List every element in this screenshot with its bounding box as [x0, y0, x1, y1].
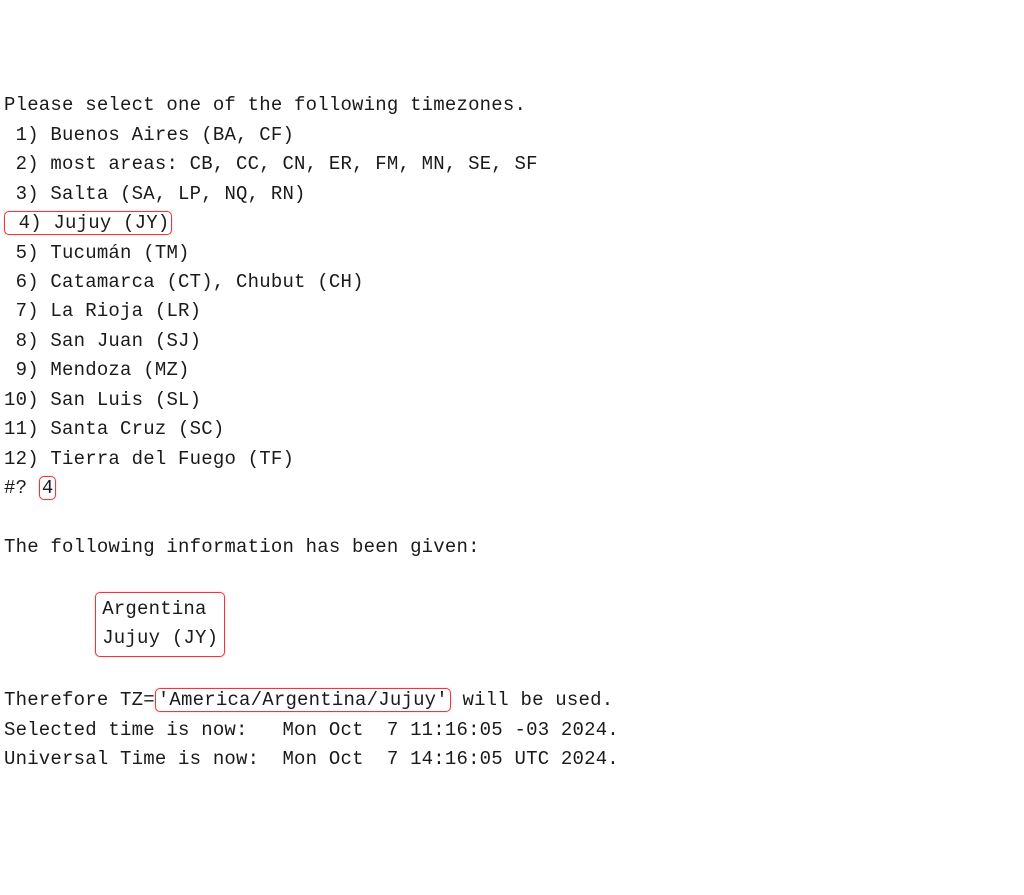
tz-option-label: San Juan (SJ) [50, 330, 201, 352]
tz-option[interactable]: 6) Catamarca (CT), Chubut (CH) [4, 268, 1020, 297]
info-header: The following information has been given… [4, 533, 1020, 562]
tz-option-label: Mendoza (MZ) [50, 359, 189, 381]
tz-option[interactable]: 9) Mendoza (MZ) [4, 356, 1020, 385]
tz-suffix: will be used. [451, 689, 613, 711]
tz-option-label: Tierra del Fuego (TF) [50, 448, 294, 470]
tz-option-label: La Rioja (LR) [50, 300, 201, 322]
tz-option-label: Salta (SA, LP, NQ, RN) [50, 183, 305, 205]
tz-option[interactable]: 4) Jujuy (JY) [4, 209, 1020, 238]
tz-option[interactable]: 3) Salta (SA, LP, NQ, RN) [4, 180, 1020, 209]
utc-time-label: Universal Time is now: [4, 748, 282, 770]
tz-option-label: Buenos Aires (BA, CF) [50, 124, 294, 146]
selected-location-box: ArgentinaJujuy (JY) [95, 592, 225, 657]
tz-option[interactable]: 5) Tucumán (TM) [4, 239, 1020, 268]
tz-option-label: San Luis (SL) [50, 389, 201, 411]
info-region: Jujuy (JY) [102, 624, 218, 653]
input-line[interactable]: #? 4 [4, 474, 1020, 503]
tz-result-line: Therefore TZ='America/Argentina/Jujuy' w… [4, 686, 1020, 715]
tz-option-label: Santa Cruz (SC) [50, 418, 224, 440]
selected-time-value: Mon Oct 7 11:16:05 -03 2024. [282, 719, 618, 741]
tz-option[interactable]: 12) Tierra del Fuego (TF) [4, 445, 1020, 474]
tz-option[interactable]: 10) San Luis (SL) [4, 386, 1020, 415]
selected-time-line: Selected time is now: Mon Oct 7 11:16:05… [4, 716, 1020, 745]
tz-option-label: most areas: CB, CC, CN, ER, FM, MN, SE, … [50, 153, 537, 175]
tz-option-label: Tucumán (TM) [50, 242, 189, 264]
tz-prefix: Therefore TZ= [4, 689, 155, 711]
tz-option[interactable]: 7) La Rioja (LR) [4, 297, 1020, 326]
utc-time-line: Universal Time is now: Mon Oct 7 14:16:0… [4, 745, 1020, 774]
utc-time-value: Mon Oct 7 14:16:05 UTC 2024. [282, 748, 618, 770]
selected-time-label: Selected time is now: [4, 719, 282, 741]
input-prompt: #? [4, 477, 39, 499]
tz-option[interactable]: 8) San Juan (SJ) [4, 327, 1020, 356]
info-country: Argentina [102, 595, 218, 624]
tz-option-highlighted: 4) Jujuy (JY) [4, 211, 172, 235]
tz-select-header: Please select one of the following timez… [4, 91, 1020, 120]
tz-option[interactable]: 11) Santa Cruz (SC) [4, 415, 1020, 444]
tz-option[interactable]: 1) Buenos Aires (BA, CF) [4, 121, 1020, 150]
tz-option[interactable]: 2) most areas: CB, CC, CN, ER, FM, MN, S… [4, 150, 1020, 179]
tz-value: 'America/Argentina/Jujuy' [155, 688, 451, 712]
tz-option-label: Catamarca (CT), Chubut (CH) [50, 271, 363, 293]
user-input: 4 [39, 476, 57, 500]
